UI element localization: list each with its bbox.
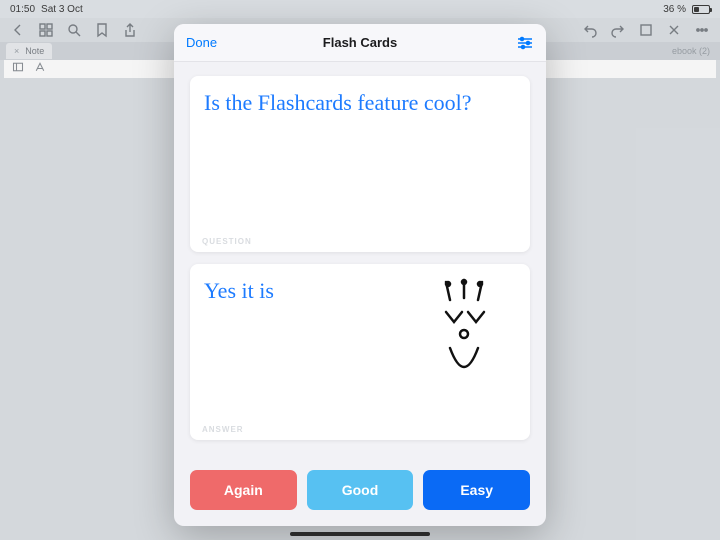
question-text: Is the Flashcards feature cool? <box>204 86 516 120</box>
doodle-icon <box>424 278 504 388</box>
screen: 01:50 Sat 3 Oct 36 % Untitled Notebook (… <box>0 0 720 540</box>
question-tag: QUESTION <box>202 237 252 246</box>
status-time: 01:50 <box>10 4 35 15</box>
home-indicator[interactable] <box>290 532 430 536</box>
modal-body: Is the Flashcards feature cool? QUESTION… <box>174 62 546 466</box>
question-card[interactable]: Is the Flashcards feature cool? QUESTION <box>190 76 530 252</box>
status-bar: 01:50 Sat 3 Oct 36 % <box>0 0 720 18</box>
answer-card[interactable]: Yes it is ANSWER <box>190 264 530 440</box>
modal-header: Done Flash Cards <box>174 24 546 62</box>
battery-icon <box>692 5 710 14</box>
rating-buttons: Again Good Easy <box>174 466 546 526</box>
flashcards-modal: Done Flash Cards Is the Flashcards featu… <box>174 24 546 526</box>
easy-button[interactable]: Easy <box>423 470 530 510</box>
again-button[interactable]: Again <box>190 470 297 510</box>
good-button[interactable]: Good <box>307 470 414 510</box>
modal-title: Flash Cards <box>323 35 397 50</box>
answer-tag: ANSWER <box>202 425 244 434</box>
settings-icon[interactable] <box>516 34 534 52</box>
done-button[interactable]: Done <box>186 35 217 50</box>
status-date: Sat 3 Oct <box>41 4 83 15</box>
battery-percent: 36 % <box>663 4 686 15</box>
